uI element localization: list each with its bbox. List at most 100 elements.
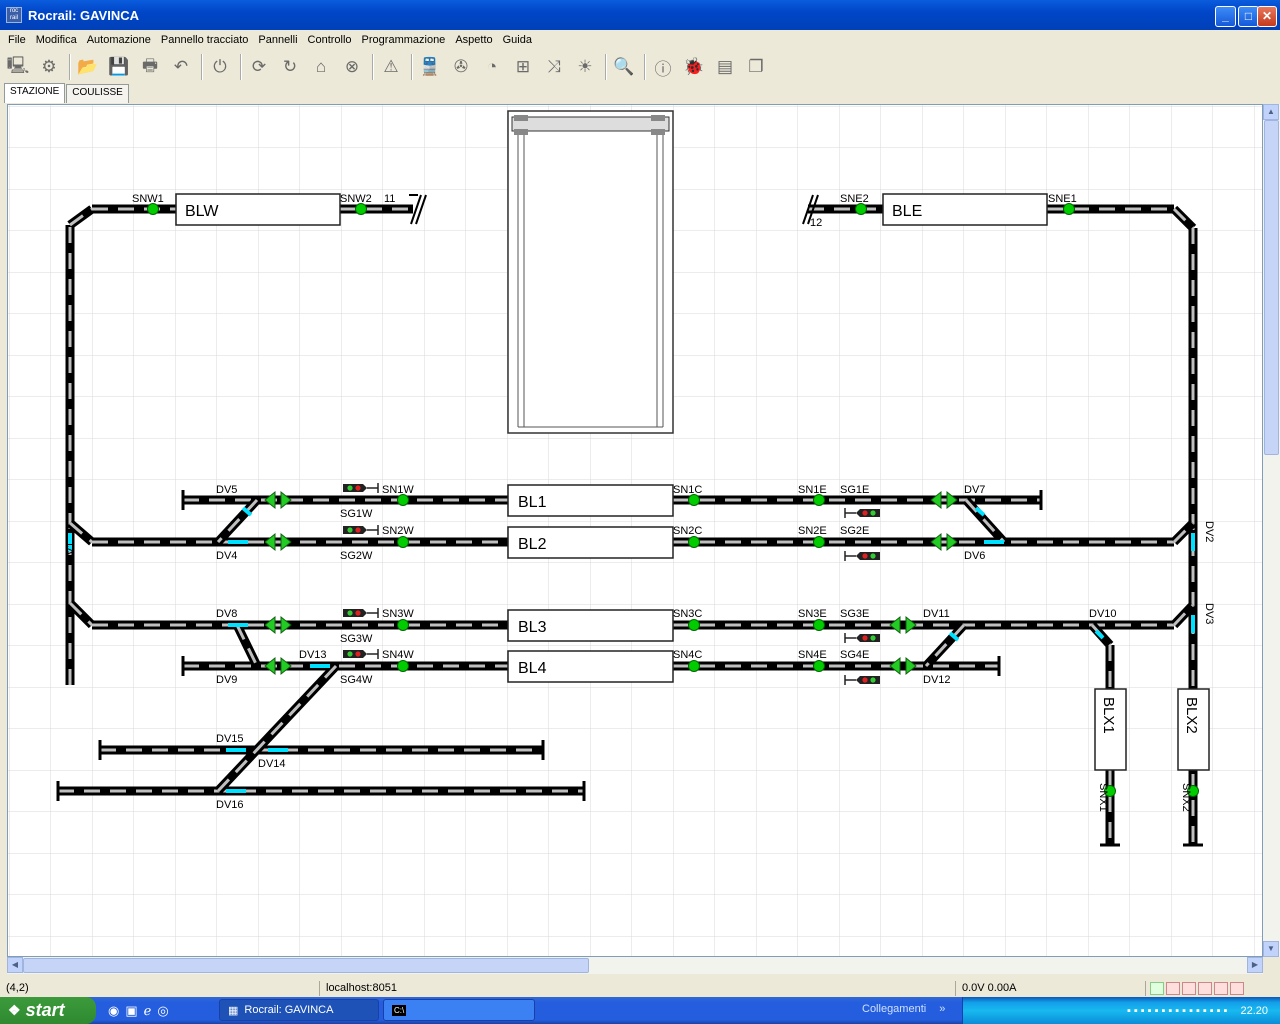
power-icon[interactable]: ⏻ xyxy=(206,53,234,81)
signal-body xyxy=(343,609,367,617)
signal-lamp-green xyxy=(870,510,876,516)
auto-mode-icon[interactable]: ⟳ xyxy=(245,53,273,81)
pages-icon[interactable]: ❐ xyxy=(742,53,770,81)
taskbar: ❖ start ◉ ▣ ℯ ◎ ▦ Rocrail: GAVINCA C:\ Col… xyxy=(0,997,1280,1024)
task-label: Rocrail: GAVINCA xyxy=(244,1004,334,1016)
menu-guida[interactable]: Guida xyxy=(498,34,537,46)
stop-icon[interactable]: ⊗ xyxy=(338,53,366,81)
connect-icon[interactable]: 🖳 xyxy=(4,53,32,81)
locomotive-icon[interactable]: 🚆 xyxy=(416,53,444,81)
throttle-icon[interactable]: ✇ xyxy=(447,53,475,81)
signal-body xyxy=(343,650,367,658)
sensor-label: SNE2 xyxy=(840,193,869,205)
save-icon[interactable]: 💾 xyxy=(105,53,133,81)
reset-icon[interactable]: ↻ xyxy=(276,53,304,81)
sensor-label: SNW1 xyxy=(132,193,164,205)
signal-label: SG1W xyxy=(340,508,373,520)
bug-icon[interactable]: 🐞 xyxy=(680,53,708,81)
vertical-scrollbar[interactable]: ▲ ▼ xyxy=(1263,104,1280,957)
emergency-warning-icon[interactable]: ⚠ xyxy=(377,53,405,81)
block-blx2[interactable]: BLX2 xyxy=(1177,688,1210,771)
undo-icon[interactable]: ↶ xyxy=(167,53,195,81)
horizontal-scrollbar[interactable]: ◀ ▶ xyxy=(7,957,1263,974)
block-label: BLX1 xyxy=(1100,697,1117,734)
start-button[interactable]: ❖ start xyxy=(0,997,96,1024)
task-rocrail[interactable]: ▦ Rocrail: GAVINCA xyxy=(219,999,379,1021)
scroll-down-icon[interactable]: ▼ xyxy=(1263,941,1279,957)
switch-label: DV12 xyxy=(923,674,951,686)
sensor-label: SN3E xyxy=(798,608,827,620)
sensor-icon xyxy=(397,494,409,506)
close-button[interactable]: ✕ xyxy=(1257,6,1277,27)
links-toolbar[interactable]: Collegamenti » xyxy=(862,1003,945,1015)
block-bl2[interactable]: BL2 xyxy=(507,526,674,559)
speedometer-icon[interactable]: ◔ xyxy=(478,53,506,81)
menu-automazione[interactable]: Automazione xyxy=(82,34,156,46)
menu-modifica[interactable]: Modifica xyxy=(31,34,82,46)
scroll-up-icon[interactable]: ▲ xyxy=(1263,104,1279,120)
toolbar-separator xyxy=(372,54,374,80)
switch-label: DV4 xyxy=(216,550,237,562)
menu-pannello-tracciato[interactable]: Pannello tracciato xyxy=(156,34,253,46)
sensor-icon xyxy=(688,619,700,631)
track-plan-canvas[interactable]: BLW BLE BL1 BL2 BL3 BL4 BLX1 BLX2 SNW1 S… xyxy=(7,104,1263,957)
sensor-icon xyxy=(813,660,825,672)
switch-label: DV1 xyxy=(65,542,77,563)
ie-icon[interactable]: ℯ xyxy=(144,1003,152,1019)
panel-tabs: STAZIONE COULISSE xyxy=(4,83,130,103)
light-icon[interactable]: ☀ xyxy=(571,53,599,81)
menu-controllo[interactable]: Controllo xyxy=(303,34,357,46)
info-icon[interactable]: ⓘ xyxy=(649,53,677,81)
vertical-scroll-thumb[interactable] xyxy=(1264,120,1279,455)
window-title: Rocrail: GAVINCA xyxy=(28,7,139,23)
sensor-label: SN2W xyxy=(382,525,414,537)
system-tray: ▪▪▪▪▪▪▪▪▪▪▪▪▪▪▪ 22.20 xyxy=(962,997,1280,1024)
maximize-button[interactable]: □ xyxy=(1238,6,1259,27)
menu-pannelli[interactable]: Pannelli xyxy=(253,34,302,46)
fiddle-yard[interactable] xyxy=(507,110,674,434)
signal-lamp-green xyxy=(347,485,353,491)
led-icon xyxy=(1214,982,1228,995)
block-label: BL1 xyxy=(518,494,547,511)
home-icon[interactable]: ⌂ xyxy=(307,53,335,81)
menu-programmazione[interactable]: Programmazione xyxy=(357,34,451,46)
shuffle-icon[interactable]: ⤨ xyxy=(540,53,568,81)
print-icon[interactable]: 🖶 xyxy=(136,53,164,81)
sensor-icon xyxy=(688,536,700,548)
signal-body xyxy=(856,509,880,517)
block-bl3[interactable]: BL3 xyxy=(507,609,674,642)
block-bl1[interactable]: BL1 xyxy=(507,484,674,517)
signal-body xyxy=(343,526,367,534)
toolbar-separator xyxy=(69,54,71,80)
signal-body xyxy=(343,484,367,492)
document-icon[interactable]: ▤ xyxy=(711,53,739,81)
tray-icons[interactable]: ▪▪▪▪▪▪▪▪▪▪▪▪▪▪▪ xyxy=(1127,1005,1231,1017)
scroll-left-icon[interactable]: ◀ xyxy=(7,957,23,973)
horizontal-scroll-thumb[interactable] xyxy=(23,958,589,973)
switch-label: DV6 xyxy=(964,550,985,562)
menu-aspetto[interactable]: Aspetto xyxy=(450,34,497,46)
switch-label: DV15 xyxy=(216,733,244,745)
menu-file[interactable]: File xyxy=(3,34,31,46)
zoom-icon[interactable]: 🔍 xyxy=(610,53,638,81)
signal-lamp-green xyxy=(870,553,876,559)
media-player-icon[interactable]: ◉ xyxy=(108,1003,119,1019)
scroll-right-icon[interactable]: ▶ xyxy=(1247,957,1263,973)
title-bar: roc rail Rocrail: GAVINCA _ □ ✕ xyxy=(0,0,1280,30)
chrome-icon[interactable]: ◎ xyxy=(157,1003,168,1019)
minimize-button[interactable]: _ xyxy=(1215,6,1236,27)
block-ble[interactable]: BLE xyxy=(882,193,1048,226)
open-folder-icon[interactable]: 📂 xyxy=(74,53,102,81)
led-icon xyxy=(1166,982,1180,995)
sensor-label: SN4E xyxy=(798,649,827,661)
block-blw[interactable]: BLW xyxy=(175,193,341,226)
tab-stazione[interactable]: STAZIONE xyxy=(4,83,66,103)
block-blx1[interactable]: BLX1 xyxy=(1094,688,1127,771)
block-bl4[interactable]: BL4 xyxy=(507,650,674,683)
settings-gears-icon[interactable]: ⚙ xyxy=(35,53,63,81)
switch-label: DV13 xyxy=(299,649,327,661)
route-icon[interactable]: ⊞ xyxy=(509,53,537,81)
task-cmd[interactable]: C:\ xyxy=(383,999,535,1021)
desktop-icon[interactable]: ▣ xyxy=(125,1003,137,1019)
tab-coulisse[interactable]: COULISSE xyxy=(66,84,129,103)
